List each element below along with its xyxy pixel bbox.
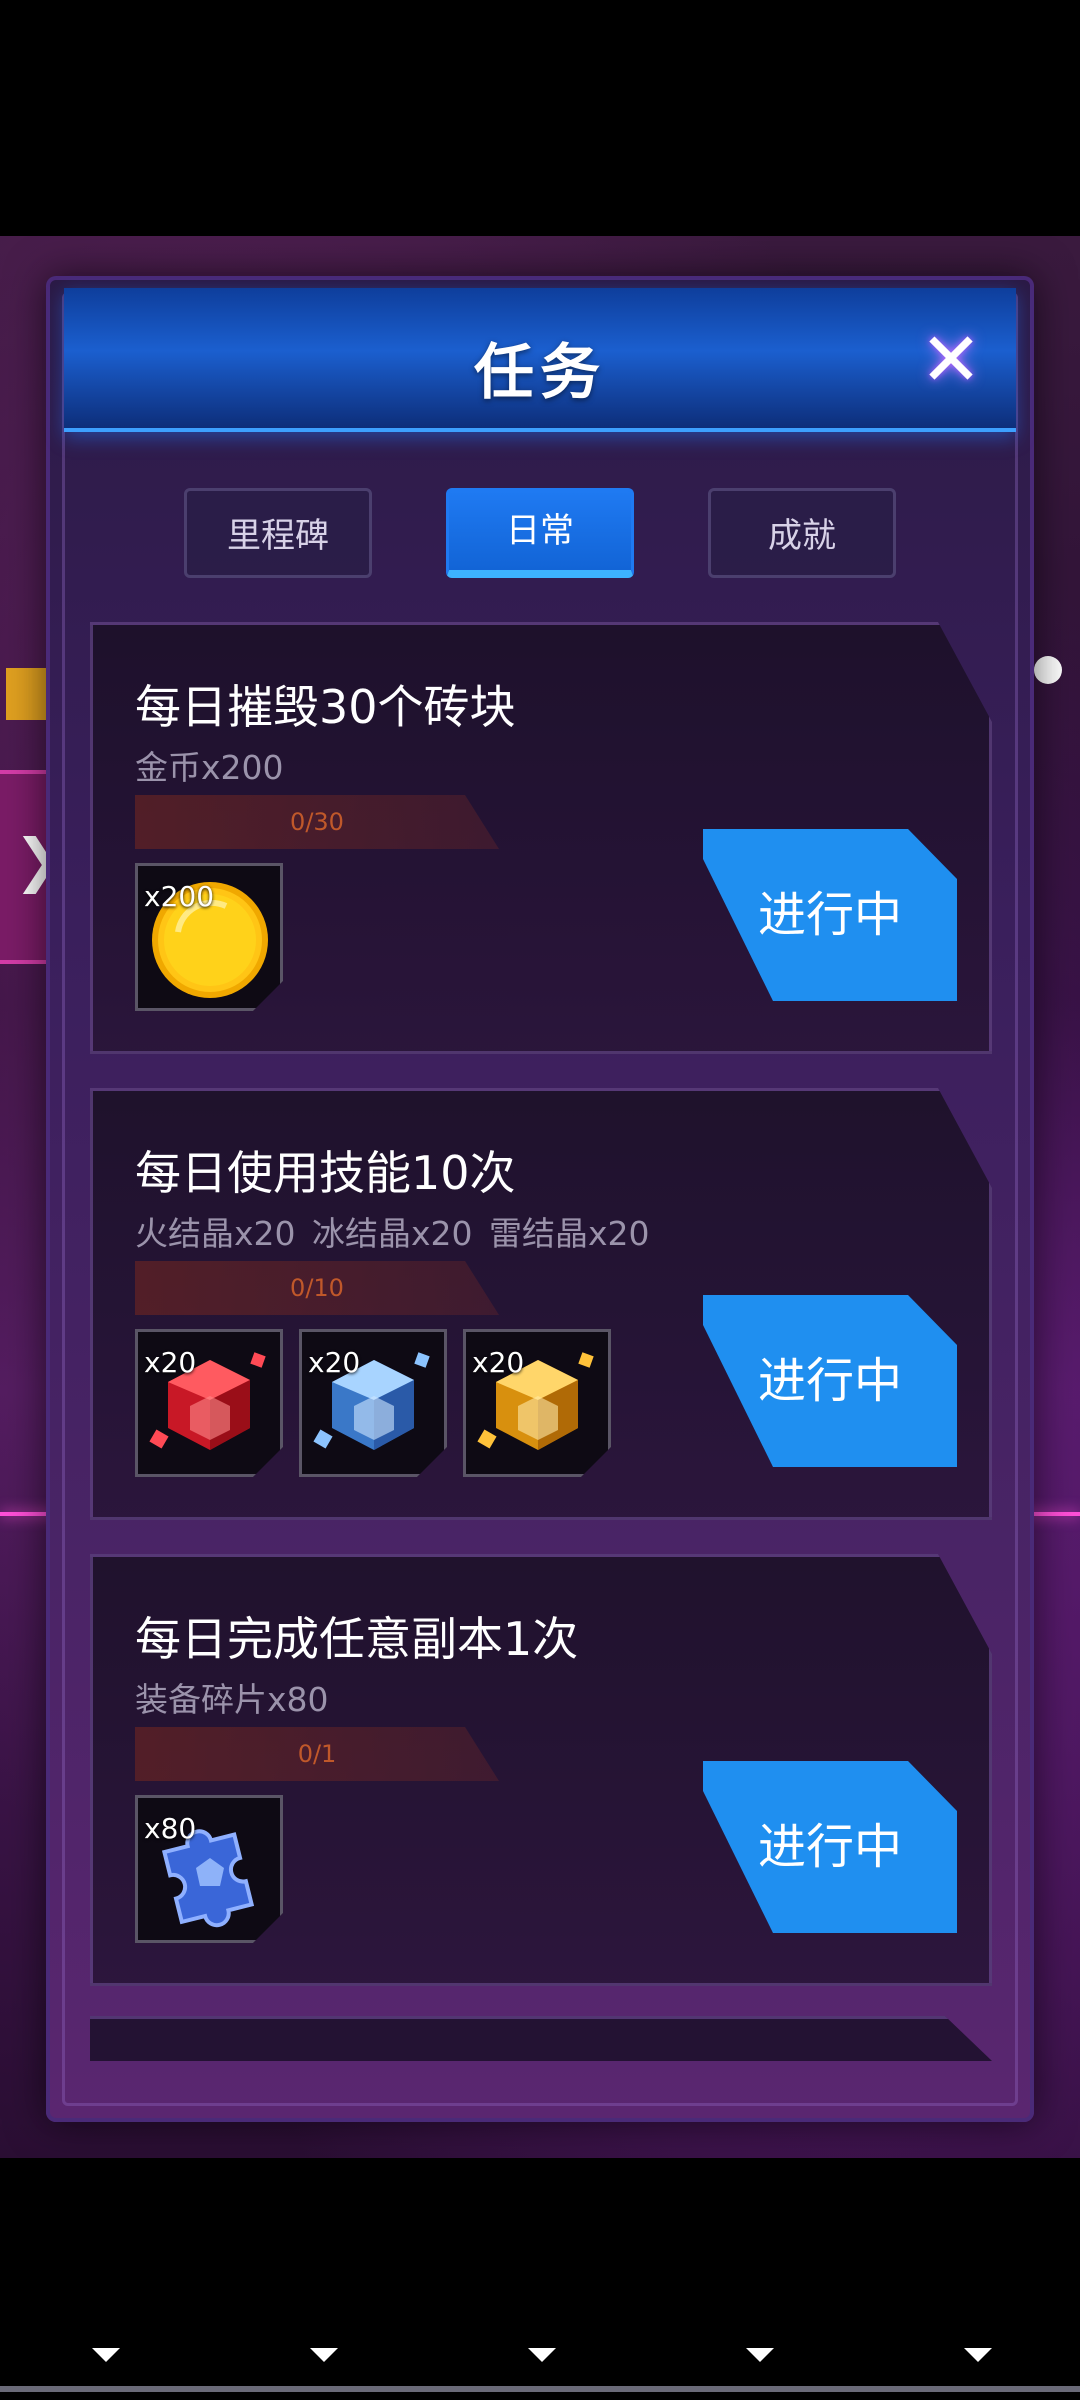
task-progress-bar: 0/1	[135, 1727, 499, 1781]
task-progress-text: 0/30	[290, 808, 344, 836]
reward-item-count: x20	[308, 1346, 361, 1379]
tab-daily[interactable]: 日常	[446, 488, 634, 578]
reward-item[interactable]: x80	[135, 1795, 283, 1943]
task-progress-text: 0/1	[297, 1740, 337, 1768]
close-icon[interactable]: ✕	[916, 323, 986, 397]
tab-milestone[interactable]: 里程碑	[184, 488, 372, 578]
modal-header: 任务 ✕	[64, 288, 1016, 432]
task-status-button[interactable]: 进行中	[703, 1761, 957, 1933]
background-marker-icon	[746, 2348, 774, 2362]
reward-item-count: x20	[472, 1346, 525, 1379]
task-progress-text: 0/10	[290, 1274, 344, 1302]
task-status-button[interactable]: 进行中	[703, 829, 957, 1001]
task-reward-text: 金币x200	[135, 748, 284, 787]
reward-item-count: x20	[144, 1346, 197, 1379]
task-modal: 任务 ✕ 里程碑 日常 成就 每日摧毁30个砖块 金币x200 0/30 x20…	[46, 276, 1034, 2122]
task-title: 每日完成任意副本1次	[135, 1612, 579, 1666]
task-reward-text: 火结晶x20 冰结晶x20 雷结晶x20	[135, 1214, 650, 1253]
task-reward-text: 装备碎片x80	[135, 1680, 329, 1719]
task-card: 每日摧毁30个砖块 金币x200 0/30 x200 进行中	[90, 622, 992, 1054]
reward-item[interactable]: x200	[135, 863, 283, 1011]
reward-item-count: x80	[144, 1812, 197, 1845]
tab-achievement[interactable]: 成就	[708, 488, 896, 578]
task-progress-bar: 0/10	[135, 1261, 499, 1315]
background-divider	[0, 2386, 1080, 2392]
background-marker-icon	[92, 2348, 120, 2362]
task-card-partial	[90, 2016, 992, 2061]
task-title: 每日使用技能10次	[135, 1146, 516, 1200]
reward-item-count: x200	[144, 880, 215, 913]
task-progress-bar: 0/30	[135, 795, 499, 849]
task-status-button[interactable]: 进行中	[703, 1295, 957, 1467]
reward-item[interactable]: x20	[463, 1329, 611, 1477]
task-title: 每日摧毁30个砖块	[135, 680, 516, 734]
background-badge-icon	[6, 668, 46, 720]
background-marker-icon	[528, 2348, 556, 2362]
background-dot-icon	[1034, 656, 1062, 684]
background-marker-icon	[310, 2348, 338, 2362]
task-card: 每日完成任意副本1次 装备碎片x80 0/1 x80 进行中	[90, 1554, 992, 1986]
reward-item[interactable]: x20	[299, 1329, 447, 1477]
background-marker-icon	[964, 2348, 992, 2362]
task-card: 每日使用技能10次 火结晶x20 冰结晶x20 雷结晶x20 0/10 x20 …	[90, 1088, 992, 1520]
modal-title: 任务	[474, 338, 606, 408]
reward-item[interactable]: x20	[135, 1329, 283, 1477]
